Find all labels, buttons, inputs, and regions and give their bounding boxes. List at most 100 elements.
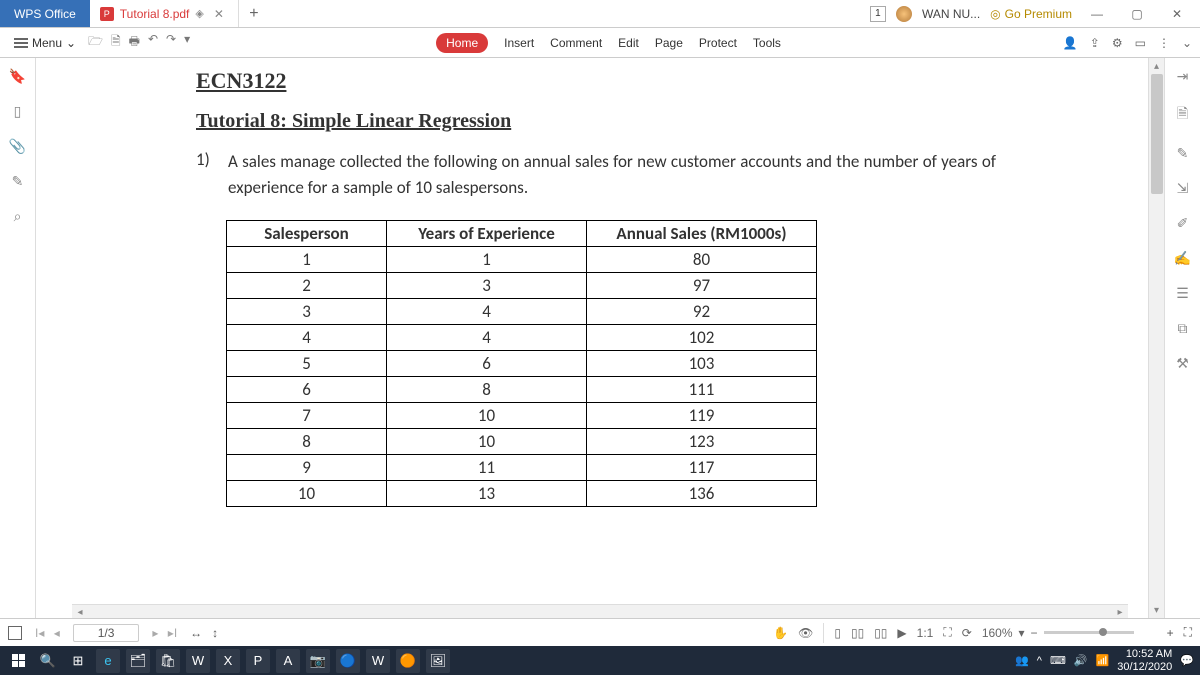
tray-expand-icon[interactable]: ^ [1037, 655, 1042, 667]
export-icon[interactable]: ⇲ [1177, 180, 1189, 197]
hand-tool-icon[interactable]: ✋ [773, 626, 788, 640]
access-icon[interactable]: A [276, 649, 300, 673]
tab-protect[interactable]: Protect [699, 36, 737, 50]
nav-pane-icon[interactable] [8, 626, 22, 640]
system-clock[interactable]: 10:52 AM 30/12/2020 [1117, 648, 1172, 672]
rotate-icon[interactable]: ⟳ [962, 626, 972, 640]
last-page-icon[interactable]: ▸I [165, 626, 180, 640]
compress-icon[interactable]: ⧉ [1178, 320, 1188, 337]
read-mode-icon[interactable]: 👁 [798, 626, 813, 640]
explorer-icon[interactable]: 🗂 [126, 649, 150, 673]
redo-icon[interactable]: ↷ [166, 32, 176, 53]
menu-button[interactable]: Menu ⌄ [8, 34, 82, 52]
first-page-icon[interactable]: I◂ [32, 626, 47, 640]
convert-icon[interactable]: 🗎 [1177, 103, 1188, 127]
edit-pdf-icon[interactable]: ✎ [1177, 145, 1189, 162]
task-view-icon[interactable]: ⊞ [66, 649, 90, 673]
maximize-button[interactable]: ▢ [1122, 0, 1152, 28]
minimize-button[interactable]: — [1082, 0, 1112, 28]
vertical-scrollbar[interactable]: ▴ ▾ [1148, 58, 1164, 618]
continuous-icon[interactable]: ▯▯ [851, 626, 864, 640]
tab-comment[interactable]: Comment [550, 36, 602, 50]
input-icon[interactable]: ⌨ [1050, 654, 1066, 667]
tab-options-icon[interactable]: ◈ [195, 7, 203, 20]
open-icon[interactable]: 🗁 [88, 32, 103, 53]
single-page-icon[interactable]: ▯ [834, 626, 841, 640]
save-icon[interactable]: 🗎 [111, 32, 121, 53]
two-page-icon[interactable]: ▯▯ [874, 626, 887, 640]
fit-actual-icon[interactable]: 1:1 [917, 626, 934, 640]
zoom-out-icon[interactable]: − [1031, 626, 1038, 640]
scroll-down-icon[interactable]: ▾ [1149, 602, 1164, 618]
zoom-level[interactable]: 160% [982, 626, 1013, 640]
scroll-right-icon[interactable]: ▸ [1112, 605, 1128, 618]
fit-window-icon[interactable]: ⛶ [943, 625, 951, 640]
app-icon-1[interactable]: 🔵 [336, 649, 360, 673]
wps-icon[interactable]: W [366, 649, 390, 673]
user-avatar-icon[interactable] [896, 6, 912, 22]
new-tab-button[interactable]: + [239, 0, 269, 27]
scroll-left-icon[interactable]: ◂ [72, 605, 88, 618]
tools-icon[interactable]: ⚒ [1176, 355, 1189, 372]
slideshow-icon[interactable]: ▶ [897, 626, 906, 640]
photos-icon[interactable]: 🖼 [426, 649, 450, 673]
print-icon[interactable]: 🖶 [129, 32, 140, 53]
edge-icon[interactable]: e [96, 649, 120, 673]
scroll-up-icon[interactable]: ▴ [1149, 58, 1164, 74]
thumbnail-icon[interactable]: ▯ [14, 103, 22, 120]
document-viewport[interactable]: ECN3122 Tutorial 8: Simple Linear Regres… [36, 58, 1164, 618]
user-icon[interactable]: 👤 [1063, 36, 1078, 50]
fullscreen-icon[interactable]: ⛶ [1184, 625, 1192, 640]
people-icon[interactable]: 👥 [1015, 654, 1029, 667]
collapse-ribbon-icon[interactable]: ⌄ [1182, 36, 1192, 50]
fit-page-icon[interactable]: ↕ [212, 626, 218, 640]
settings-icon[interactable]: ⚙ [1112, 36, 1123, 50]
store-icon[interactable]: 🛍 [156, 649, 180, 673]
undo-icon[interactable]: ↶ [148, 32, 158, 53]
outline-icon[interactable]: ☰ [1176, 285, 1189, 302]
fit-width-icon[interactable]: ↔ [190, 626, 202, 640]
search-icon[interactable]: 🔍 [36, 649, 60, 673]
tab-edit[interactable]: Edit [618, 36, 639, 50]
right-sidebar: ⇥ 🗎 ✎ ⇲ ✐ ✍ ☰ ⧉ ⚒ [1164, 58, 1200, 618]
app-icon-2[interactable]: 🟠 [396, 649, 420, 673]
powerpoint-icon[interactable]: P [246, 649, 270, 673]
volume-icon[interactable]: 🔊 [1074, 654, 1088, 667]
search-panel-icon[interactable]: ⌕ [14, 208, 22, 225]
scroll-thumb[interactable] [1151, 74, 1163, 194]
zoom-dropdown-icon[interactable]: ▾ [1019, 626, 1025, 640]
close-button[interactable]: ✕ [1162, 0, 1192, 28]
tab-tools[interactable]: Tools [753, 36, 781, 50]
word-icon[interactable]: W [186, 649, 210, 673]
excel-icon[interactable]: X [216, 649, 240, 673]
tab-home[interactable]: Home [436, 33, 488, 53]
share-icon[interactable]: ⇪ [1090, 36, 1100, 50]
go-premium-button[interactable]: ◎ Go Premium [990, 7, 1072, 21]
tab-insert[interactable]: Insert [504, 36, 534, 50]
document-tab[interactable]: P Tutorial 8.pdf ◈ ✕ [90, 0, 239, 27]
add-icon[interactable]: + [1167, 626, 1174, 640]
page-indicator[interactable]: 1/3 [73, 624, 140, 642]
user-name[interactable]: WAN NU... [922, 7, 980, 21]
wifi-icon[interactable]: 📶 [1096, 654, 1110, 667]
annotate-icon[interactable]: ✐ [1177, 215, 1189, 232]
highlight-icon[interactable]: ✍ [1174, 250, 1191, 267]
next-page-icon[interactable]: ▸ [149, 626, 161, 640]
zoom-thumb[interactable] [1099, 628, 1107, 636]
start-button[interactable] [6, 649, 30, 673]
tab-close-icon[interactable]: ✕ [210, 7, 228, 21]
notifications-icon[interactable]: 💬 [1180, 654, 1194, 667]
tab-page[interactable]: Page [655, 36, 683, 50]
window-count-badge[interactable]: 1 [870, 6, 886, 22]
prev-page-icon[interactable]: ◂ [51, 626, 63, 640]
zoom-slider[interactable] [1044, 631, 1134, 634]
bookmark-icon[interactable]: 🔖 [9, 68, 26, 85]
horizontal-scrollbar[interactable]: ◂ ▸ [72, 604, 1128, 618]
attachment-icon[interactable]: 📎 [9, 138, 26, 155]
feedback-icon[interactable]: ▭ [1135, 36, 1146, 50]
qa-more-icon[interactable]: ▾ [184, 32, 190, 53]
signature-icon[interactable]: ✎ [12, 173, 24, 190]
collapse-right-icon[interactable]: ⇥ [1177, 68, 1189, 85]
camera-icon[interactable]: 📷 [306, 649, 330, 673]
more-icon[interactable]: ⋮ [1158, 36, 1170, 50]
